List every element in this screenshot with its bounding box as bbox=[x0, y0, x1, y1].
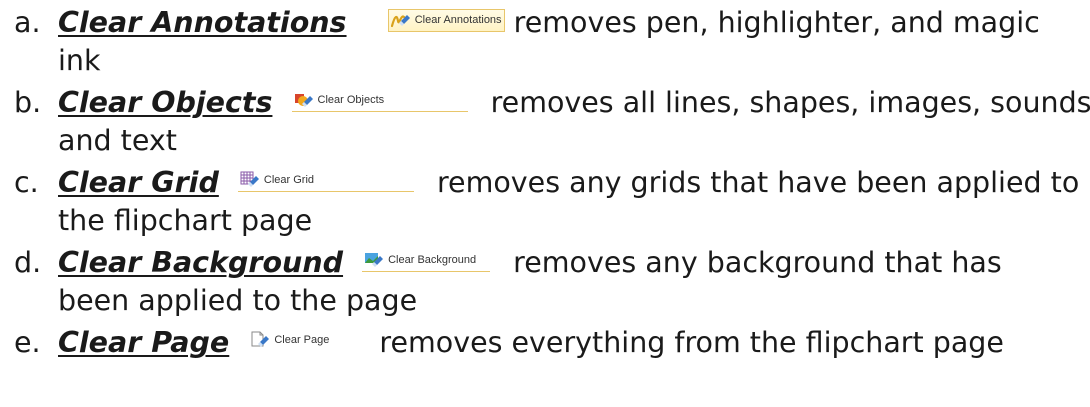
item-description: removes everything from the flipchart pa… bbox=[379, 326, 1004, 359]
item-description-continued: ink bbox=[58, 44, 101, 77]
clear-grid-button[interactable]: Clear Grid bbox=[237, 169, 414, 192]
page-eraser-icon bbox=[250, 331, 270, 349]
item-description: removes any grids that have been applied… bbox=[436, 166, 1080, 199]
term-clear-page: Clear Page bbox=[58, 326, 230, 359]
term-clear-grid: Clear Grid bbox=[58, 166, 219, 199]
item-description-continued: been applied to the page bbox=[58, 284, 418, 317]
objects-eraser-icon bbox=[294, 91, 314, 109]
term-clear-objects: Clear Objects bbox=[58, 86, 273, 119]
clear-background-button[interactable]: Clear Background bbox=[362, 249, 491, 272]
background-eraser-icon bbox=[364, 251, 384, 269]
item-description-continued: and text bbox=[58, 124, 177, 157]
item-description-continued: the flipchart page bbox=[58, 204, 313, 237]
tool-label: Clear Background bbox=[388, 254, 477, 266]
tool-label: Clear Grid bbox=[263, 174, 315, 186]
item-description: removes any background that has bbox=[513, 246, 1002, 279]
clear-page-button[interactable]: Clear Page bbox=[248, 329, 352, 352]
list-marker: b. bbox=[14, 86, 42, 119]
term-clear-annotations: Clear Annotations bbox=[58, 6, 347, 39]
tool-label: Clear Annotations bbox=[414, 14, 502, 26]
item-description: removes pen, highlighter, and magic bbox=[513, 6, 1040, 39]
list-marker: a. bbox=[14, 6, 41, 39]
clear-annotations-button[interactable]: Clear Annotations bbox=[387, 8, 505, 32]
tool-label: Clear Page bbox=[274, 334, 330, 346]
term-clear-background: Clear Background bbox=[58, 246, 344, 279]
list-marker: c. bbox=[14, 166, 39, 199]
list-marker: d. bbox=[14, 246, 42, 279]
item-description: removes all lines, shapes, images, sound… bbox=[490, 86, 1090, 119]
grid-eraser-icon bbox=[240, 171, 260, 189]
tool-label: Clear Objects bbox=[317, 94, 385, 106]
list-marker: e. bbox=[14, 326, 41, 359]
annotations-eraser-icon bbox=[390, 11, 411, 29]
clear-objects-button[interactable]: Clear Objects bbox=[291, 89, 468, 112]
